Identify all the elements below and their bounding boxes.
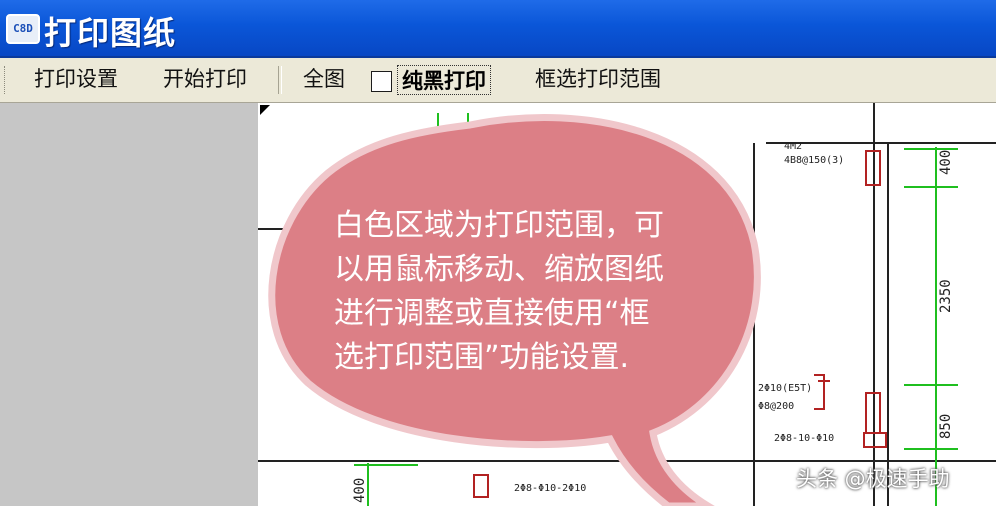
callout-bubble: 白色区域为打印范围，可 以用鼠标移动、缩放图纸 进行调整或直接使用“框 选打印范… xyxy=(268,113,761,506)
select-print-range-button[interactable]: 框选打印范围 xyxy=(535,64,661,94)
watermark: 头条 @极速手助 xyxy=(796,467,950,491)
callout-line-2: 以用鼠标移动、缩放图纸 xyxy=(334,252,664,287)
title-bar: C8D 打印图纸 xyxy=(0,0,996,58)
rebar-label-5: 2Φ8-10-Φ10 xyxy=(774,433,834,444)
full-view-button[interactable]: 全图 xyxy=(303,64,345,94)
rebar-label-2: 4B8@150(3) xyxy=(784,155,844,166)
app-icon[interactable]: C8D xyxy=(6,14,40,44)
dim-label-400-bottom: 400 xyxy=(352,478,368,503)
callout-line-3: 进行调整或直接使用“框 xyxy=(334,296,650,331)
rebar-label-6: 2Φ8-Φ10-2Φ10 xyxy=(514,483,586,494)
rebar-label-3: 2Φ10(E5T) xyxy=(758,383,812,394)
callout-line-4: 选打印范围”功能设置. xyxy=(334,340,629,375)
print-settings-button[interactable]: 打印设置 xyxy=(34,64,118,94)
toolbar-grip[interactable] xyxy=(4,66,8,94)
pure-black-checkbox[interactable] xyxy=(371,71,392,92)
start-print-button[interactable]: 开始打印 xyxy=(163,64,247,94)
toolbar-separator xyxy=(278,66,282,94)
drawing-svg: 400 2350 850 400 4M2 4B8@150(3) 2Φ10(E5T… xyxy=(258,103,996,506)
dim-label-850: 850 xyxy=(938,414,954,439)
print-area-canvas[interactable]: 400 2350 850 400 4M2 4B8@150(3) 2Φ10(E5T… xyxy=(258,103,996,506)
rebar-label-1: 4M2 xyxy=(784,141,802,152)
left-pane xyxy=(0,103,258,506)
dim-label-2350: 2350 xyxy=(938,279,954,313)
callout-line-1: 白色区域为打印范围，可 xyxy=(334,208,664,243)
corner-marker xyxy=(260,105,270,115)
toolbar: 打印设置 开始打印 全图 框选打印范围 xyxy=(0,58,996,103)
pure-black-print-label[interactable]: 纯黑打印 xyxy=(397,65,491,95)
window-title: 打印图纸 xyxy=(44,14,177,52)
dim-label-400-top: 400 xyxy=(938,150,954,175)
rebar-label-4: Φ8@200 xyxy=(758,401,794,412)
